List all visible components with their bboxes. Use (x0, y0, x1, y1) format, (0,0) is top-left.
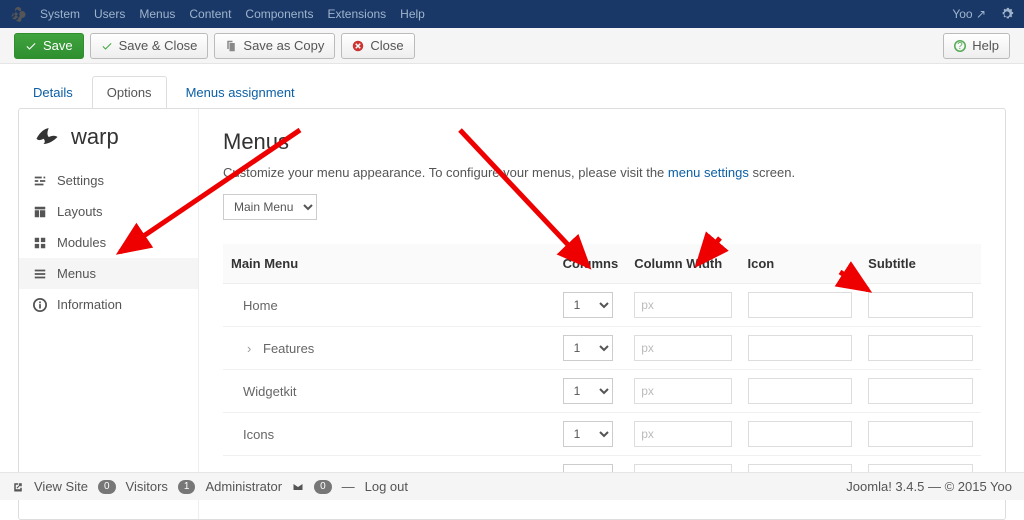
th-subtitle: Subtitle (860, 244, 981, 284)
icon-input[interactable] (748, 421, 853, 447)
tab-options[interactable]: Options (92, 76, 167, 108)
row-name: Icons (223, 413, 555, 456)
columns-select[interactable]: 1 (563, 378, 613, 404)
topnav-components[interactable]: Components (245, 7, 313, 21)
sidebar-item-settings[interactable]: Settings (19, 165, 198, 196)
save-copy-button[interactable]: Save as Copy (214, 33, 335, 59)
table-row: ›Features 1 (223, 327, 981, 370)
th-columns: Columns (555, 244, 627, 284)
status-bar: View Site 0 Visitors 1 Administrator 0 — L… (0, 472, 1024, 500)
help-icon: ? (954, 40, 966, 52)
topnav-users[interactable]: Users (94, 7, 125, 21)
table-row: Home 1 (223, 284, 981, 327)
column-width-input[interactable] (634, 378, 731, 404)
subtitle-input[interactable] (868, 335, 973, 361)
table-row: Icons 1 (223, 413, 981, 456)
version-label: Joomla! 3.4.5 — © 2015 Yoo (846, 479, 1012, 494)
menu-icon (33, 267, 47, 281)
row-name: Home (223, 284, 555, 327)
cancel-icon (352, 40, 364, 52)
apply-icon (25, 40, 37, 52)
help-button[interactable]: ?Help (943, 33, 1010, 59)
th-column-width: Column Width (626, 244, 739, 284)
chevron-right-icon: › (247, 341, 257, 356)
column-width-input[interactable] (634, 421, 731, 447)
logout-link[interactable]: Log out (365, 479, 408, 494)
th-name: Main Menu (223, 244, 555, 284)
menu-select[interactable]: Main Menu (223, 194, 317, 220)
columns-select[interactable]: 1 (563, 292, 613, 318)
topnav-help[interactable]: Help (400, 7, 425, 21)
row-name: ›Features (223, 327, 555, 370)
sidebar-item-information[interactable]: Information (19, 289, 198, 320)
options-panel: warp Settings Layouts Modules Menus Info… (18, 108, 1006, 520)
page-title: Menus (223, 129, 981, 155)
visitors-count: 0 (98, 480, 116, 494)
admin-label: Administrator (205, 479, 282, 494)
joomla-icon (10, 6, 26, 22)
info-icon (33, 298, 47, 312)
external-icon: ↗ (976, 7, 986, 21)
grid-icon (33, 236, 47, 250)
check-icon (101, 40, 113, 52)
sidebar: warp Settings Layouts Modules Menus Info… (19, 109, 199, 519)
dash: — (342, 479, 355, 494)
main-content: Menus Customize your menu appearance. To… (199, 109, 1005, 519)
messages-count: 0 (314, 480, 332, 494)
row-name: Widgetkit (223, 370, 555, 413)
topnav-system[interactable]: System (40, 7, 80, 21)
copy-icon (225, 40, 237, 52)
icon-input[interactable] (748, 378, 853, 404)
subtitle-input[interactable] (868, 378, 973, 404)
subtitle-input[interactable] (868, 421, 973, 447)
layout-icon (33, 205, 47, 219)
admin-count: 1 (178, 480, 196, 494)
sidebar-item-layouts[interactable]: Layouts (19, 196, 198, 227)
page-description: Customize your menu appearance. To confi… (223, 165, 981, 180)
save-close-button[interactable]: Save & Close (90, 33, 209, 59)
visitors-label: Visitors (126, 479, 168, 494)
columns-select[interactable]: 1 (563, 335, 613, 361)
menu-table: Main Menu Columns Column Width Icon Subt… (223, 244, 981, 499)
table-row: Widgetkit 1 (223, 370, 981, 413)
th-icon: Icon (740, 244, 861, 284)
topnav-content[interactable]: Content (189, 7, 231, 21)
save-button[interactable]: Save (14, 33, 84, 59)
gear-icon[interactable] (1000, 7, 1014, 21)
close-button[interactable]: Close (341, 33, 414, 59)
sidebar-item-menus[interactable]: Menus (19, 258, 198, 289)
admin-topbar: System Users Menus Content Components Ex… (0, 0, 1024, 28)
warp-logo-icon (33, 123, 61, 151)
icon-input[interactable] (748, 292, 853, 318)
sliders-icon (33, 174, 47, 188)
column-width-input[interactable] (634, 292, 731, 318)
column-width-input[interactable] (634, 335, 731, 361)
brand: warp (19, 123, 198, 165)
topnav-extensions[interactable]: Extensions (327, 7, 386, 21)
icon-input[interactable] (748, 335, 853, 361)
external-icon (12, 481, 24, 493)
tab-menus-assignment[interactable]: Menus assignment (171, 76, 310, 108)
view-site-link[interactable]: View Site (34, 479, 88, 494)
tab-details[interactable]: Details (18, 76, 88, 108)
menu-settings-link[interactable]: menu settings (668, 165, 749, 180)
subtitle-input[interactable] (868, 292, 973, 318)
tab-row: Details Options Menus assignment (0, 64, 1024, 108)
topnav-menus[interactable]: Menus (139, 7, 175, 21)
svg-text:?: ? (958, 41, 964, 52)
action-toolbar: Save Save & Close Save as Copy Close ?He… (0, 28, 1024, 64)
sidebar-item-modules[interactable]: Modules (19, 227, 198, 258)
topnav-user[interactable]: Yoo ↗ (952, 7, 986, 21)
columns-select[interactable]: 1 (563, 421, 613, 447)
mail-icon (292, 481, 304, 493)
